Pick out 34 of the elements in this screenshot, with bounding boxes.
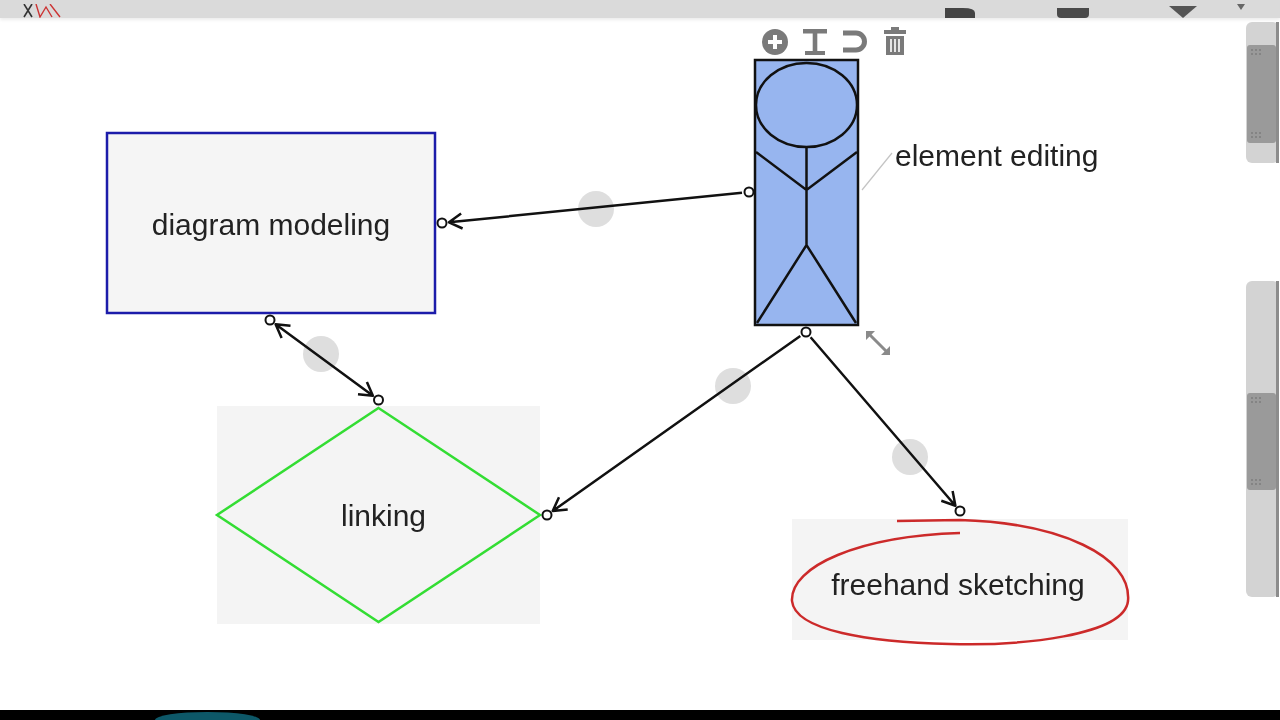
scroll-thumb[interactable]: [1247, 45, 1276, 143]
connection-point[interactable]: [800, 326, 812, 338]
triangle-icon[interactable]: [1237, 4, 1245, 10]
connection-point[interactable]: [264, 314, 276, 326]
edge-handle[interactable]: [892, 439, 928, 475]
arrow-connector[interactable]: [809, 336, 957, 507]
text-icon[interactable]: [803, 29, 827, 55]
node-label: diagram modeling: [151, 207, 391, 241]
node-label: freehand sketching: [831, 568, 1085, 601]
connection-point[interactable]: [436, 217, 448, 229]
hook-icon[interactable]: [843, 30, 867, 53]
rounded-tab-icon[interactable]: [945, 8, 975, 18]
logo-icon: [22, 4, 62, 18]
edge-handle[interactable]: [578, 191, 614, 227]
scroll-thumb[interactable]: [1247, 393, 1276, 490]
stick-figure-node[interactable]: [753, 58, 860, 327]
connection-point[interactable]: [373, 394, 384, 406]
plus-circle-icon[interactable]: [762, 29, 788, 55]
edge-handle[interactable]: [303, 336, 339, 372]
scrollbar[interactable]: [1246, 22, 1279, 163]
connection-point[interactable]: [541, 509, 553, 521]
leader-line: [861, 152, 893, 191]
scrollbar[interactable]: [1246, 281, 1279, 597]
edge-handle[interactable]: [715, 368, 751, 404]
connection-point[interactable]: [954, 505, 966, 517]
arrow-connector[interactable]: [274, 322, 375, 398]
rectangle-node[interactable]: [105, 131, 437, 315]
callout-label: element editing: [895, 138, 1099, 172]
connection-point[interactable]: [743, 186, 755, 198]
triangle-icon[interactable]: [1169, 6, 1197, 18]
resize-arrow-icon[interactable]: [866, 331, 890, 355]
node-label: linking: [340, 498, 427, 532]
trash-icon[interactable]: [884, 27, 906, 55]
arrow-connector[interactable]: [447, 191, 744, 230]
